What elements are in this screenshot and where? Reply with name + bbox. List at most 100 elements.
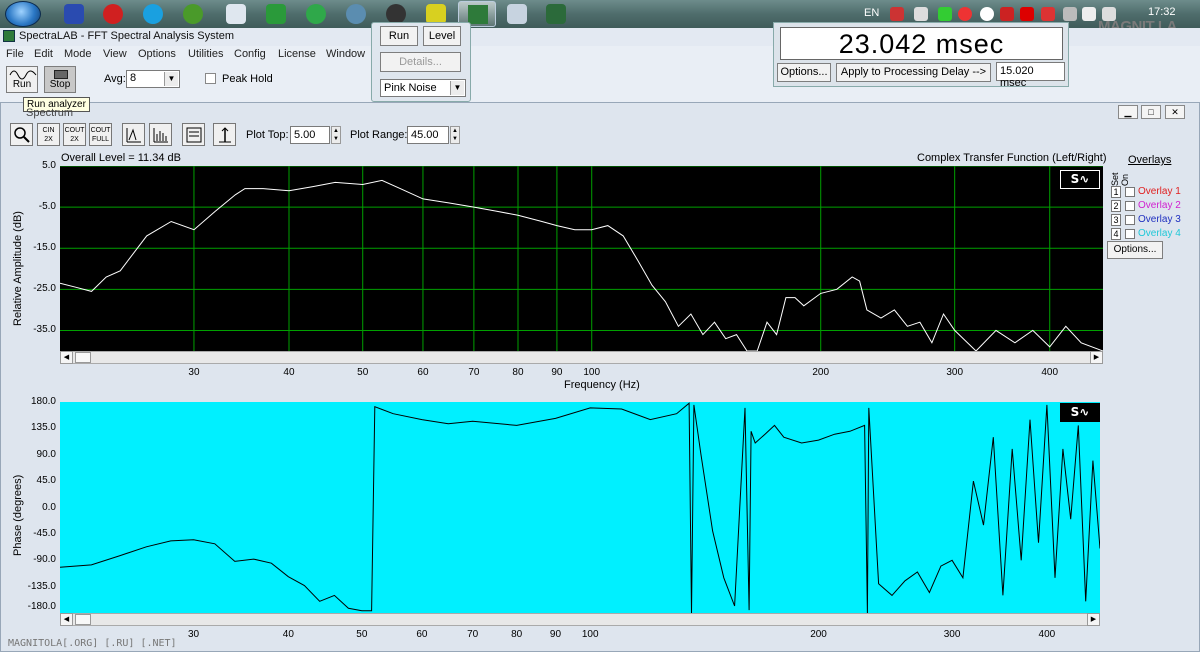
avg-label: Avg: — [104, 73, 126, 85]
opera-icon[interactable] — [103, 4, 123, 24]
scroll-thumb[interactable] — [75, 614, 91, 625]
processing-delay-field[interactable]: 15.020 msec — [996, 62, 1065, 89]
generator-level-button[interactable]: Level — [423, 26, 461, 46]
overlay-3-set[interactable]: 3 — [1111, 214, 1121, 226]
phase-y-label: Phase (degrees) — [12, 474, 24, 556]
menu-config[interactable]: Config — [234, 48, 266, 60]
generator-app-icon[interactable] — [426, 4, 446, 24]
x-tick-label: 200 — [812, 367, 830, 378]
bars-icon[interactable] — [149, 123, 172, 146]
overlay-4-checkbox[interactable] — [1125, 229, 1135, 239]
zoom-full-button[interactable]: COUT FULL — [89, 123, 112, 146]
overlay-1-set[interactable]: 1 — [1111, 186, 1121, 198]
flag-icon[interactable] — [890, 7, 904, 21]
menu-edit[interactable]: Edit — [34, 48, 53, 60]
skype-icon[interactable] — [143, 4, 163, 24]
stop-button[interactable]: Stop — [44, 66, 76, 93]
overlay-options-button[interactable]: Options... — [1107, 241, 1163, 259]
tray-app-icon[interactable] — [914, 7, 928, 21]
clock[interactable]: 17:32 — [1148, 6, 1176, 18]
overlay-3-label: Overlay 3 — [1138, 214, 1181, 225]
printer-icon[interactable] — [226, 4, 246, 24]
plot-top-spinner[interactable]: ▲ ▼ — [331, 126, 341, 144]
peak-icon[interactable] — [122, 123, 145, 146]
plot-range-spinner[interactable]: ▲ ▼ — [450, 126, 460, 144]
x-tick-label: 50 — [356, 629, 368, 640]
overlay-2-label: Overlay 2 — [1138, 200, 1181, 211]
start-button[interactable] — [5, 1, 41, 27]
menu-window[interactable]: Window — [326, 48, 365, 60]
zoom-icon[interactable] — [10, 123, 33, 146]
plot-top-input[interactable]: 5.00 — [290, 126, 330, 144]
overlay-4-label: Overlay 4 — [1138, 228, 1181, 239]
scroll-left-icon[interactable]: ◀ — [60, 351, 73, 364]
overlay-4-set[interactable]: 4 — [1111, 228, 1121, 240]
menu-license[interactable]: License — [278, 48, 316, 60]
peak-hold-checkbox[interactable] — [205, 73, 216, 84]
menu-options[interactable]: Options — [138, 48, 176, 60]
antivirus-icon[interactable] — [958, 7, 972, 21]
save-app-icon[interactable] — [64, 4, 84, 24]
generator-run-button[interactable]: Run — [380, 26, 418, 46]
minimize-button[interactable]: ▁ — [1118, 105, 1138, 119]
y-tick-label: 5.0 — [42, 160, 56, 171]
menu-mode[interactable]: Mode — [64, 48, 92, 60]
speaker-app-icon[interactable] — [386, 4, 406, 24]
magnitude-scrollbar[interactable]: ◀ ▶ — [60, 351, 1103, 364]
generator-details-button[interactable]: Details... — [380, 52, 461, 72]
cursor-icon[interactable] — [213, 123, 236, 146]
network-icon[interactable] — [346, 4, 366, 24]
apply-delay-button[interactable]: Apply to Processing Delay --> — [836, 63, 991, 82]
download-icon[interactable] — [266, 4, 286, 24]
media-tray-icon[interactable] — [1000, 7, 1014, 21]
network-tray-icon[interactable] — [1082, 7, 1096, 21]
close-button[interactable]: ✕ — [1165, 105, 1185, 119]
monitor-app-icon[interactable] — [507, 4, 527, 24]
chevron-down-icon[interactable]: ▼ — [164, 72, 178, 86]
spectrum-title: Spectrum — [26, 107, 74, 119]
language-indicator[interactable]: EN — [864, 7, 879, 19]
scroll-icon[interactable] — [182, 123, 205, 146]
scroll-thumb[interactable] — [75, 352, 91, 363]
menu-file[interactable]: File — [6, 48, 24, 60]
scroll-right-icon[interactable]: ▶ — [1090, 351, 1103, 364]
overlay-2-checkbox[interactable] — [1125, 201, 1135, 211]
delay-options-button[interactable]: Options... — [777, 63, 831, 82]
chrome-like-icon[interactable] — [183, 4, 203, 24]
x-tick-label: 300 — [943, 629, 961, 640]
set-on-label: Set On — [1110, 172, 1130, 186]
avg-select[interactable]: 8 ▼ — [126, 70, 180, 88]
x-tick-label: 400 — [1038, 629, 1056, 640]
terminal-app-icon[interactable] — [546, 4, 566, 24]
y-tick-label: 0.0 — [42, 501, 56, 513]
overlay-3-checkbox[interactable] — [1125, 215, 1135, 225]
plot-range-input[interactable]: 45.00 — [407, 126, 449, 144]
battery-tray-icon[interactable] — [938, 7, 952, 21]
maximize-button[interactable]: □ — [1141, 105, 1161, 119]
power-tray-icon[interactable] — [1063, 7, 1077, 21]
scroll-right-icon[interactable]: ▶ — [1087, 613, 1100, 626]
ati-icon[interactable] — [1020, 7, 1034, 21]
x-tick-label: 200 — [810, 629, 827, 640]
zoom-in-button[interactable]: CIN 2X — [37, 123, 60, 146]
pdf-tray-icon[interactable] — [1041, 7, 1055, 21]
y-tick-label: -35.0 — [33, 324, 56, 336]
scroll-left-icon[interactable]: ◀ — [60, 613, 73, 626]
overlay-2-set[interactable]: 2 — [1111, 200, 1121, 212]
y-tick-label: -45.0 — [33, 527, 56, 539]
zoom-out-button[interactable]: COUT 2X — [63, 123, 86, 146]
phase-scrollbar[interactable]: ◀ ▶ — [60, 613, 1100, 626]
y-tick-label: 180.0 — [30, 396, 56, 407]
noise-type-select[interactable]: Pink Noise ▼ — [380, 79, 466, 97]
app-title: SpectraLAB - FFT Spectral Analysis Syste… — [19, 30, 234, 42]
x-tick-label: 40 — [283, 367, 295, 378]
phase-plot: S∿ — [60, 402, 1100, 613]
x-tick-label: 400 — [1041, 367, 1059, 378]
menu-view[interactable]: View — [103, 48, 127, 60]
wordpress-icon[interactable] — [306, 4, 326, 24]
chevron-down-icon[interactable]: ▼ — [450, 81, 464, 95]
overlay-1-checkbox[interactable] — [1125, 187, 1135, 197]
menu-utilities[interactable]: Utilities — [188, 48, 223, 60]
run-button[interactable]: Run — [6, 66, 38, 93]
opera-tray-icon[interactable] — [980, 7, 994, 21]
